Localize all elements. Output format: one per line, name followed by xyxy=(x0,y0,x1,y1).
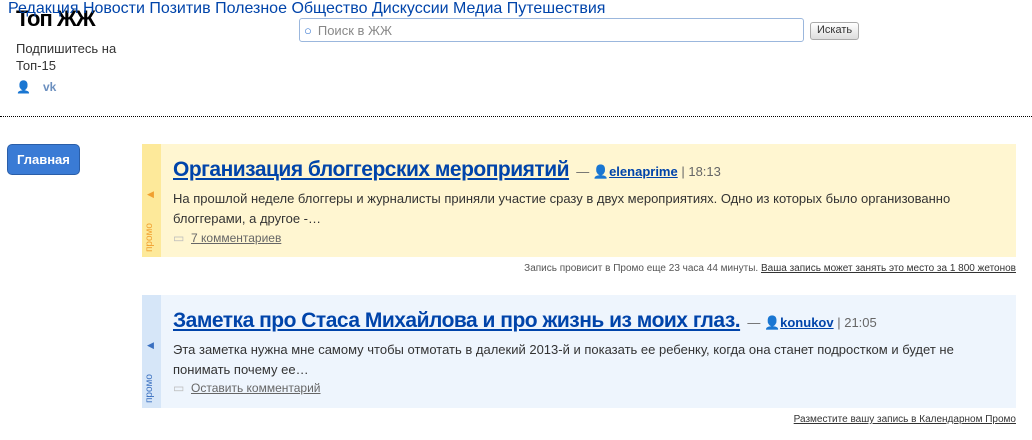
promo-post: ◀ промо Организация блоггерских мероприят… xyxy=(142,144,1016,257)
comments-link[interactable]: Оставить комментарий xyxy=(191,381,321,395)
post-time: | 18:13 xyxy=(681,164,721,179)
search-icon: ○ xyxy=(304,22,312,38)
nav-item[interactable]: Редакция xyxy=(8,0,79,17)
nav-main-button[interactable]: Главная xyxy=(8,145,79,174)
nav-item[interactable]: Путешествия xyxy=(507,0,606,17)
post-text: На прошлой неделе блоггеры и журналисты … xyxy=(173,191,951,226)
search-button[interactable]: Искать xyxy=(810,22,860,40)
user-icon: 👤 xyxy=(763,315,781,330)
author-link[interactable]: konukov xyxy=(780,315,833,330)
divider xyxy=(0,116,1032,117)
search-input[interactable]: ○ Поиск в ЖЖ xyxy=(299,18,804,42)
post-title-link[interactable]: Организация блоггерских мероприятий xyxy=(173,158,570,181)
promo-note: Запись провисит в Промо еще 23 часа 44 м… xyxy=(524,263,759,274)
dash: — xyxy=(576,164,590,179)
promo-label: промо xyxy=(144,374,155,403)
nav-item[interactable]: Медиа xyxy=(453,0,502,17)
user-icon: 👤 xyxy=(592,164,610,179)
post-title-link[interactable]: Заметка про Стаса Михайлова и про жизнь … xyxy=(173,309,741,332)
nav-item[interactable]: Новости xyxy=(83,0,145,17)
calendar-promo-link[interactable]: Разместите вашу запись в Календарном Про… xyxy=(794,414,1016,425)
promo-post: ◀ промо Заметка про Стаса Михайлова и про… xyxy=(142,295,1016,408)
user-icon[interactable]: 👤 xyxy=(16,80,31,94)
sidebar-nav: Главная xyxy=(8,145,79,174)
nav-item[interactable]: Дискуссии xyxy=(372,0,449,17)
comment-icon: ▭ xyxy=(173,231,185,245)
nav-item[interactable]: Позитив xyxy=(149,0,210,17)
arrow-left-icon[interactable]: ◀ xyxy=(147,340,154,351)
author-link[interactable]: elenaprime xyxy=(609,164,678,179)
subscribe-text: Подпишитесь на Топ-15 xyxy=(16,41,117,73)
promo-label: промо xyxy=(144,223,155,252)
nav-item[interactable]: Полезное xyxy=(215,0,287,17)
comments-link[interactable]: 7 комментариев xyxy=(191,231,281,245)
search-placeholder: Поиск в ЖЖ xyxy=(317,22,393,38)
dash: — xyxy=(747,315,761,330)
promo-buy-link[interactable]: Ваша запись может занять это место за 1 … xyxy=(761,263,1016,274)
comment-icon: ▭ xyxy=(173,381,185,395)
arrow-left-icon[interactable]: ◀ xyxy=(147,189,154,200)
post-text: Эта заметка нужна мне самому чтобы отмот… xyxy=(173,342,954,377)
vk-icon[interactable]: vk xyxy=(43,80,56,94)
nav-item[interactable]: Общество xyxy=(291,0,367,17)
post-time: | 21:05 xyxy=(837,315,877,330)
